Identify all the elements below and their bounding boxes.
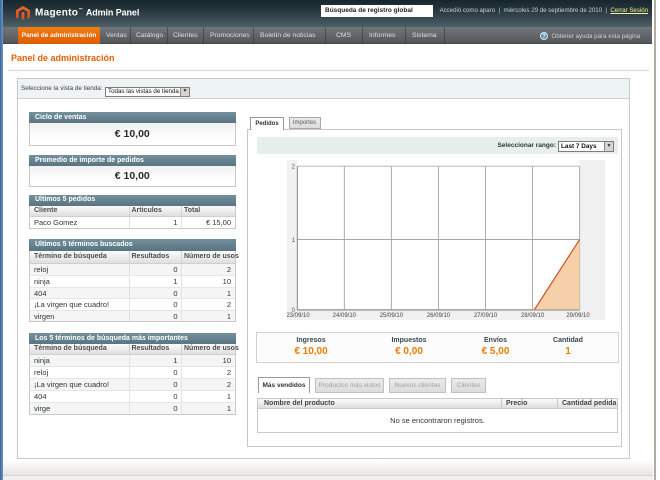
svg-text:24/09/10: 24/09/10: [333, 313, 357, 319]
svg-text:27/09/10: 27/09/10: [474, 313, 498, 319]
svg-text:25/09/10: 25/09/10: [380, 313, 404, 319]
svg-text:23/09/10: 23/09/10: [287, 313, 310, 319]
svg-text:28/09/10: 28/09/10: [521, 313, 545, 319]
svg-text:26/09/10: 26/09/10: [427, 313, 451, 319]
svg-text:29/09/10: 29/09/10: [566, 313, 590, 319]
